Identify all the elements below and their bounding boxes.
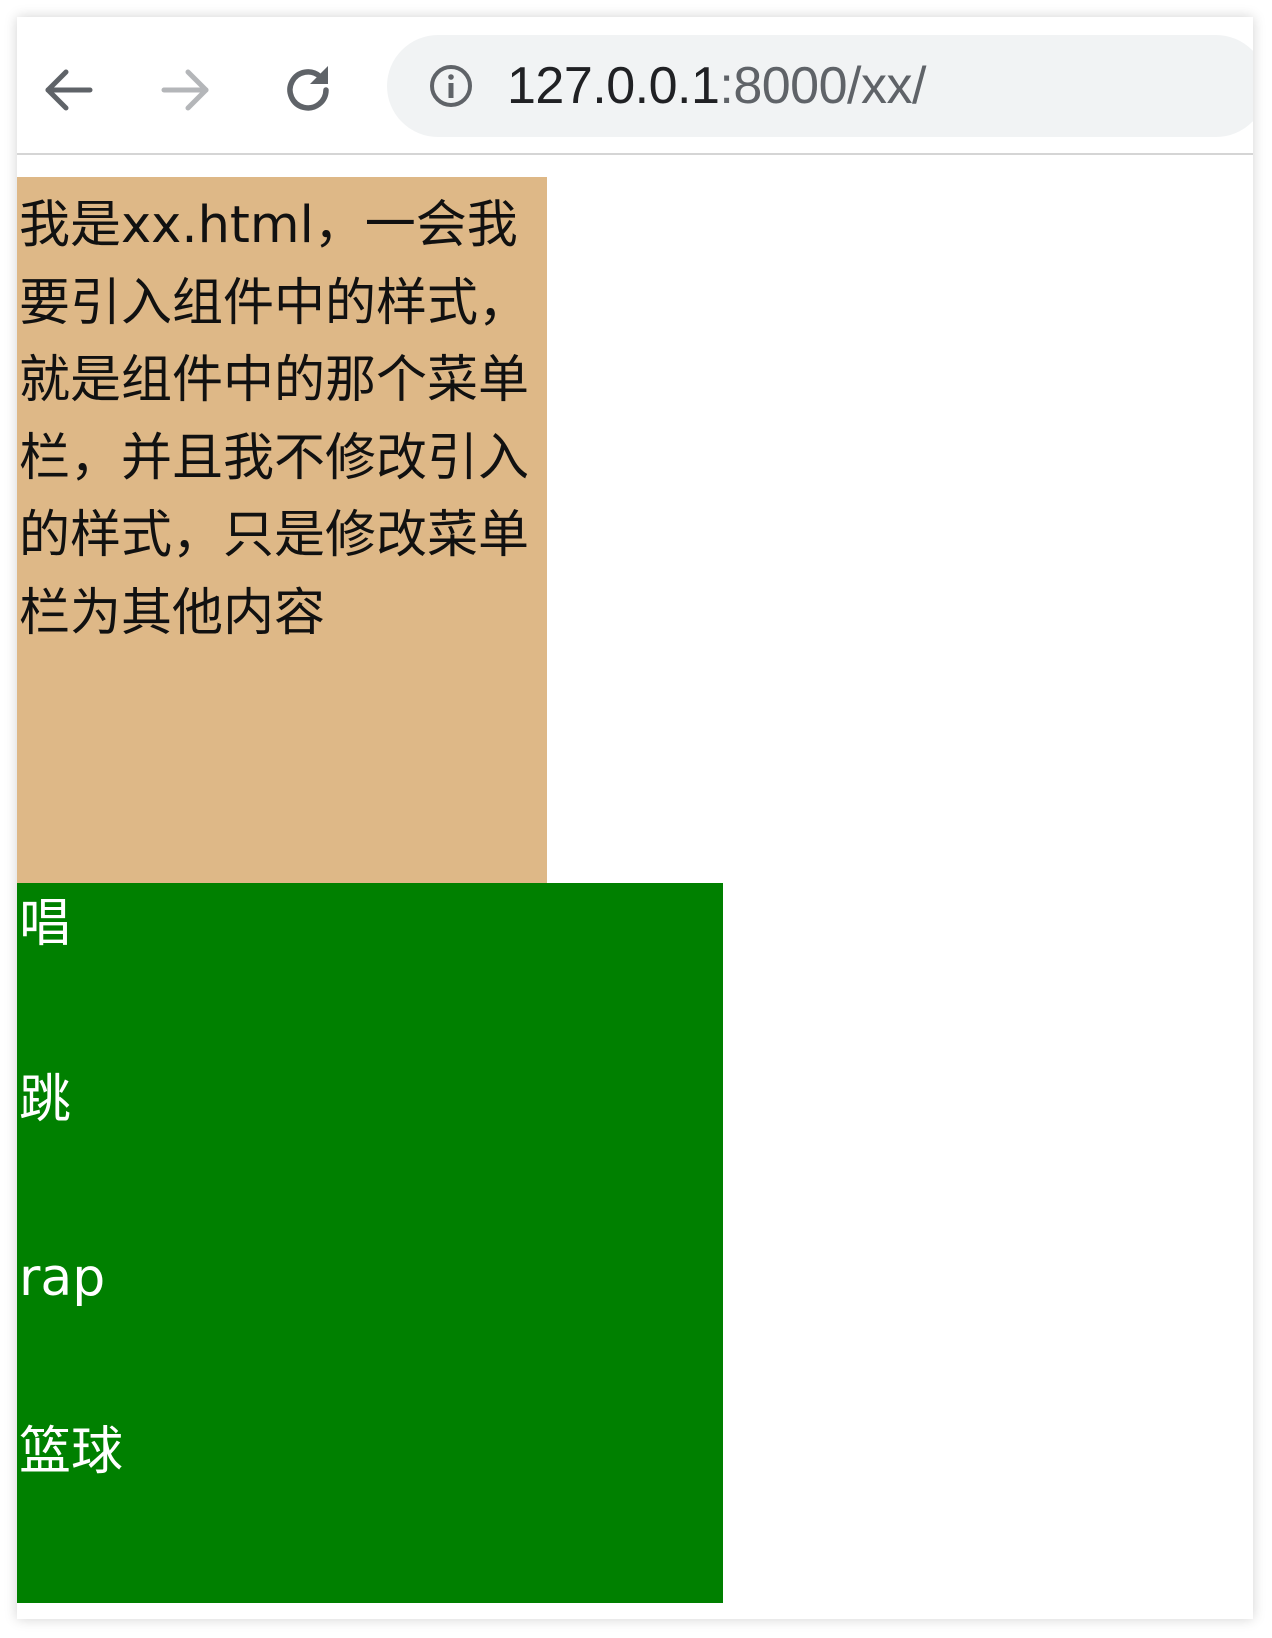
menu-bar: 唱 跳 rap 篮球 [17,883,723,1603]
url-text[interactable]: 127.0.0.1:8000/xx/ [507,35,926,137]
page-content: 我是xx.html，一会我要引入组件中的样式，就是组件中的那个菜单栏，并且我不修… [17,155,1253,1619]
reload-button[interactable] [275,57,341,123]
forward-arrow-icon [161,69,209,111]
url-path: :8000/xx/ [719,57,926,115]
back-arrow-icon [45,69,93,111]
menu-item-basketball[interactable]: 篮球 [19,1417,123,1487]
address-bar[interactable]: 127.0.0.1:8000/xx/ [387,35,1253,137]
screenshot-frame: 127.0.0.1:8000/xx/ 我是xx.html，一会我要引入组件中的样… [0,0,1272,1638]
back-button[interactable] [35,57,101,123]
menu-item-sing[interactable]: 唱 [19,889,71,959]
intro-text: 我是xx.html，一会我要引入组件中的样式，就是组件中的那个菜单栏，并且我不修… [19,196,530,643]
browser-window: 127.0.0.1:8000/xx/ 我是xx.html，一会我要引入组件中的样… [17,17,1253,1619]
forward-button[interactable] [153,57,219,123]
menu-item-rap[interactable]: rap [19,1243,105,1313]
info-icon[interactable] [427,62,475,110]
browser-toolbar: 127.0.0.1:8000/xx/ [17,17,1253,155]
reload-icon [287,66,329,111]
intro-box: 我是xx.html，一会我要引入组件中的样式，就是组件中的那个菜单栏，并且我不修… [17,177,547,883]
menu-item-dance[interactable]: 跳 [19,1065,71,1135]
url-host: 127.0.0.1 [507,57,720,115]
